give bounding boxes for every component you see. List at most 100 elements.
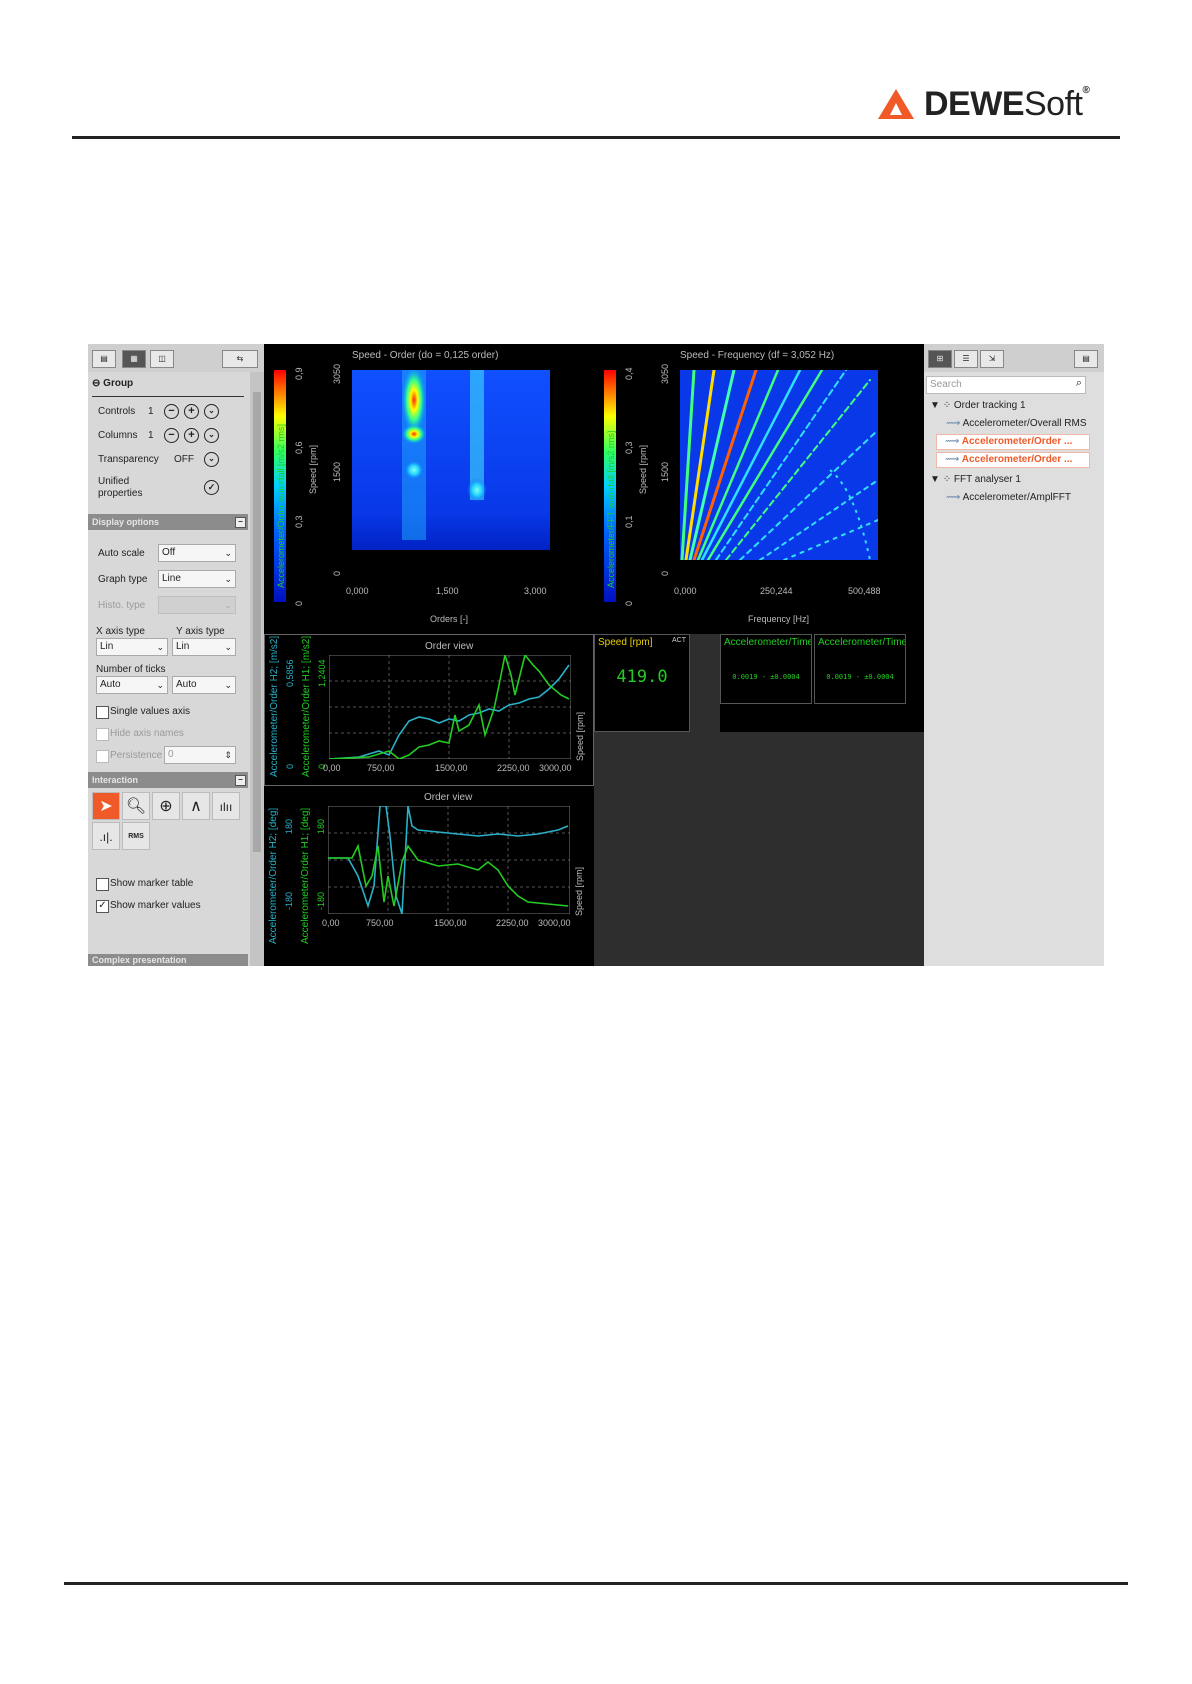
order-view-amplitude-plot[interactable]: Order view Accelerometer/Order H2; [m/s2… <box>264 634 594 786</box>
interaction-header[interactable]: Interaction − <box>88 772 248 788</box>
order-waterfall-image[interactable] <box>352 370 550 574</box>
order-view-amp-h1-tick: 1,2404 <box>317 659 327 687</box>
accelerometer-time-meter-2[interactable]: Accelerometer/Time 0.0019 - ±0.0004 <box>814 634 906 704</box>
channel-line-icon: ⟿ <box>946 418 961 429</box>
group-header[interactable]: ⊖ Group <box>92 378 133 389</box>
order-colorbar-tick: 0,3 <box>294 515 304 528</box>
chevron-down-icon: ⌄ <box>156 680 164 690</box>
order-view-phase-h1-label: Accelerometer/Order H1; [deg] <box>300 807 311 944</box>
order-view-phase-h2-tick: -180 <box>284 891 294 910</box>
tree-label-order-1: Accelerometer/Order ... <box>961 436 1073 447</box>
x-axis-type-value: Lin <box>100 641 114 652</box>
hide-axis-names-checkbox[interactable] <box>96 728 109 741</box>
footer-rule <box>64 1582 1128 1585</box>
order-colorbar-label: Accelerometer/Order waterfall [m/s2 rms] <box>276 423 286 588</box>
order-colorbar-tick: 0,9 <box>294 367 304 380</box>
order-x-label: Orders [-] <box>430 614 469 624</box>
order-view-amp-h2-label: Accelerometer/Order H2; [m/s2] <box>269 635 280 777</box>
transparency-label: Transparency <box>98 454 159 465</box>
transparency-dropdown-icon[interactable]: ⌄ <box>204 452 219 467</box>
y-ticks-select[interactable]: Auto ⌄ <box>172 676 236 694</box>
tree-item-ampl-fft[interactable]: ⟿ Accelerometer/AmplFFT <box>946 492 1071 503</box>
harmonic-marker-icon[interactable]: ılıı <box>212 792 240 820</box>
x-axis-type-select[interactable]: Lin ⌄ <box>96 638 168 656</box>
properties-view-icon[interactable]: ▦ <box>122 350 146 368</box>
tree-item-order-1[interactable]: ⟿ Accelerometer/Order ... <box>936 434 1090 450</box>
show-marker-values-checkbox[interactable]: ✓ <box>96 900 109 913</box>
channel-toolbar: ⊞ ☰ ⇲ ▤ <box>924 344 1104 372</box>
auto-scale-select[interactable]: Off ⌄ <box>158 544 236 562</box>
y-axis-type-select[interactable]: Lin ⌄ <box>172 638 236 656</box>
channel-filter-icon[interactable]: ⇲ <box>980 350 1004 368</box>
channel-tree-icon[interactable]: ⊞ <box>928 350 952 368</box>
unified-check-icon[interactable]: ✓ <box>204 480 219 495</box>
fft-waterfall-image[interactable] <box>680 370 878 574</box>
show-marker-table-label: Show marker table <box>110 878 194 889</box>
expand-triangle-icon[interactable]: ▼ <box>930 474 940 485</box>
controls-minus-icon[interactable]: − <box>164 404 179 419</box>
y-axis-type-value: Lin <box>176 641 190 652</box>
display-options-header[interactable]: Display options − <box>88 514 248 530</box>
order-view-amp-graph[interactable] <box>329 655 571 759</box>
order-view-phase-x-tick: 2250,00 <box>496 918 529 928</box>
time-meter-1-value: 0.0019 - ±0.0004 <box>732 673 800 681</box>
show-marker-table-checkbox[interactable] <box>96 878 109 891</box>
properties-toolbar: ▤ ▦ ◫ ⇆ <box>88 344 264 372</box>
x-ticks-select[interactable]: Auto ⌄ <box>96 676 168 694</box>
tree-item-order-2[interactable]: ⟿ Accelerometer/Order ... <box>936 452 1090 468</box>
accelerometer-time-meter-1[interactable]: Accelerometer/Time 0.0019 - ±0.0004 <box>720 634 812 704</box>
complex-presentation-header[interactable]: Complex presentation <box>88 954 248 966</box>
columns-dropdown-icon[interactable]: ⌄ <box>204 428 219 443</box>
pointer-tool-icon[interactable]: ➤ <box>92 792 120 820</box>
persistence-input[interactable]: 0 ⇕ <box>164 746 236 764</box>
persistence-value: 0 <box>168 749 174 760</box>
collapse-minus-icon[interactable]: − <box>235 517 246 528</box>
graph-type-value: Line <box>162 573 181 584</box>
properties-scrollbar[interactable] <box>250 372 264 966</box>
order-y-tick: 1500 <box>332 461 342 482</box>
bar-marker-icon[interactable]: .ı|. <box>92 822 120 850</box>
single-values-axis-checkbox[interactable] <box>96 706 109 719</box>
collapse-minus-icon[interactable]: − <box>235 775 246 786</box>
graph-type-select[interactable]: Line ⌄ <box>158 570 236 588</box>
expand-triangle-icon[interactable]: ▼ <box>930 400 940 411</box>
tree-item-fft-analyser[interactable]: ▼ ⁘ FFT analyser 1 <box>930 474 1021 485</box>
search-icon[interactable]: ⌕ <box>1076 377 1082 390</box>
graph-type-label: Graph type <box>98 574 148 585</box>
zoom-tool-icon[interactable]: 🔍︎ <box>122 792 150 820</box>
chevron-down-icon: ⌄ <box>156 642 164 652</box>
logo-triangle-icon <box>878 89 914 119</box>
panel-toggle-icon[interactable]: ⇆ <box>222 350 258 368</box>
panel-layout-icon[interactable]: ▤ <box>1074 350 1098 368</box>
single-values-axis-label: Single values axis <box>110 706 191 717</box>
channel-search-input[interactable]: Search ⌕ <box>926 376 1086 394</box>
peak-marker-icon[interactable]: ∧ <box>182 792 210 820</box>
columns-plus-icon[interactable]: + <box>184 428 199 443</box>
order-view-amp-x-tick: 2250,00 <box>497 763 530 773</box>
tree-item-order-tracking[interactable]: ▼ ⁘ Order tracking 1 <box>930 400 1026 411</box>
search-placeholder: Search <box>930 379 962 390</box>
histo-type-select[interactable]: ⌄ <box>158 596 236 614</box>
tree-item-overall-rms[interactable]: ⟿ Accelerometer/Overall RMS <box>946 418 1087 429</box>
columns-minus-icon[interactable]: − <box>164 428 179 443</box>
spinner-icon[interactable]: ⇕ <box>224 747 232 763</box>
logo-registered: ® <box>1082 84 1090 96</box>
channel-list-icon[interactable]: ☰ <box>954 350 978 368</box>
tree-label-overall-rms: Accelerometer/Overall RMS <box>962 418 1087 429</box>
controls-dropdown-icon[interactable]: ⌄ <box>204 404 219 419</box>
graph-view-icon[interactable]: ◫ <box>150 350 174 368</box>
group-title: Group <box>103 378 134 389</box>
order-view-phase-graph[interactable] <box>328 806 570 914</box>
rms-marker-button[interactable]: RMS <box>122 822 150 850</box>
number-of-ticks-label: Number of ticks <box>96 664 166 675</box>
order-colorbar-tick: 0,6 <box>294 441 304 454</box>
order-view-phase-plot[interactable]: Order view Accelerometer/Order H2; [deg]… <box>264 790 594 966</box>
list-view-icon[interactable]: ▤ <box>92 350 116 368</box>
controls-value: 1 <box>148 406 154 417</box>
persistence-checkbox[interactable] <box>96 750 109 763</box>
controls-plus-icon[interactable]: + <box>184 404 199 419</box>
crosshair-tool-icon[interactable]: ⊕ <box>152 792 180 820</box>
header-rule <box>72 136 1120 139</box>
fft-x-tick: 250,244 <box>760 586 793 596</box>
speed-digital-meter[interactable]: Speed [rpm] ACT 419.0 <box>594 634 690 732</box>
